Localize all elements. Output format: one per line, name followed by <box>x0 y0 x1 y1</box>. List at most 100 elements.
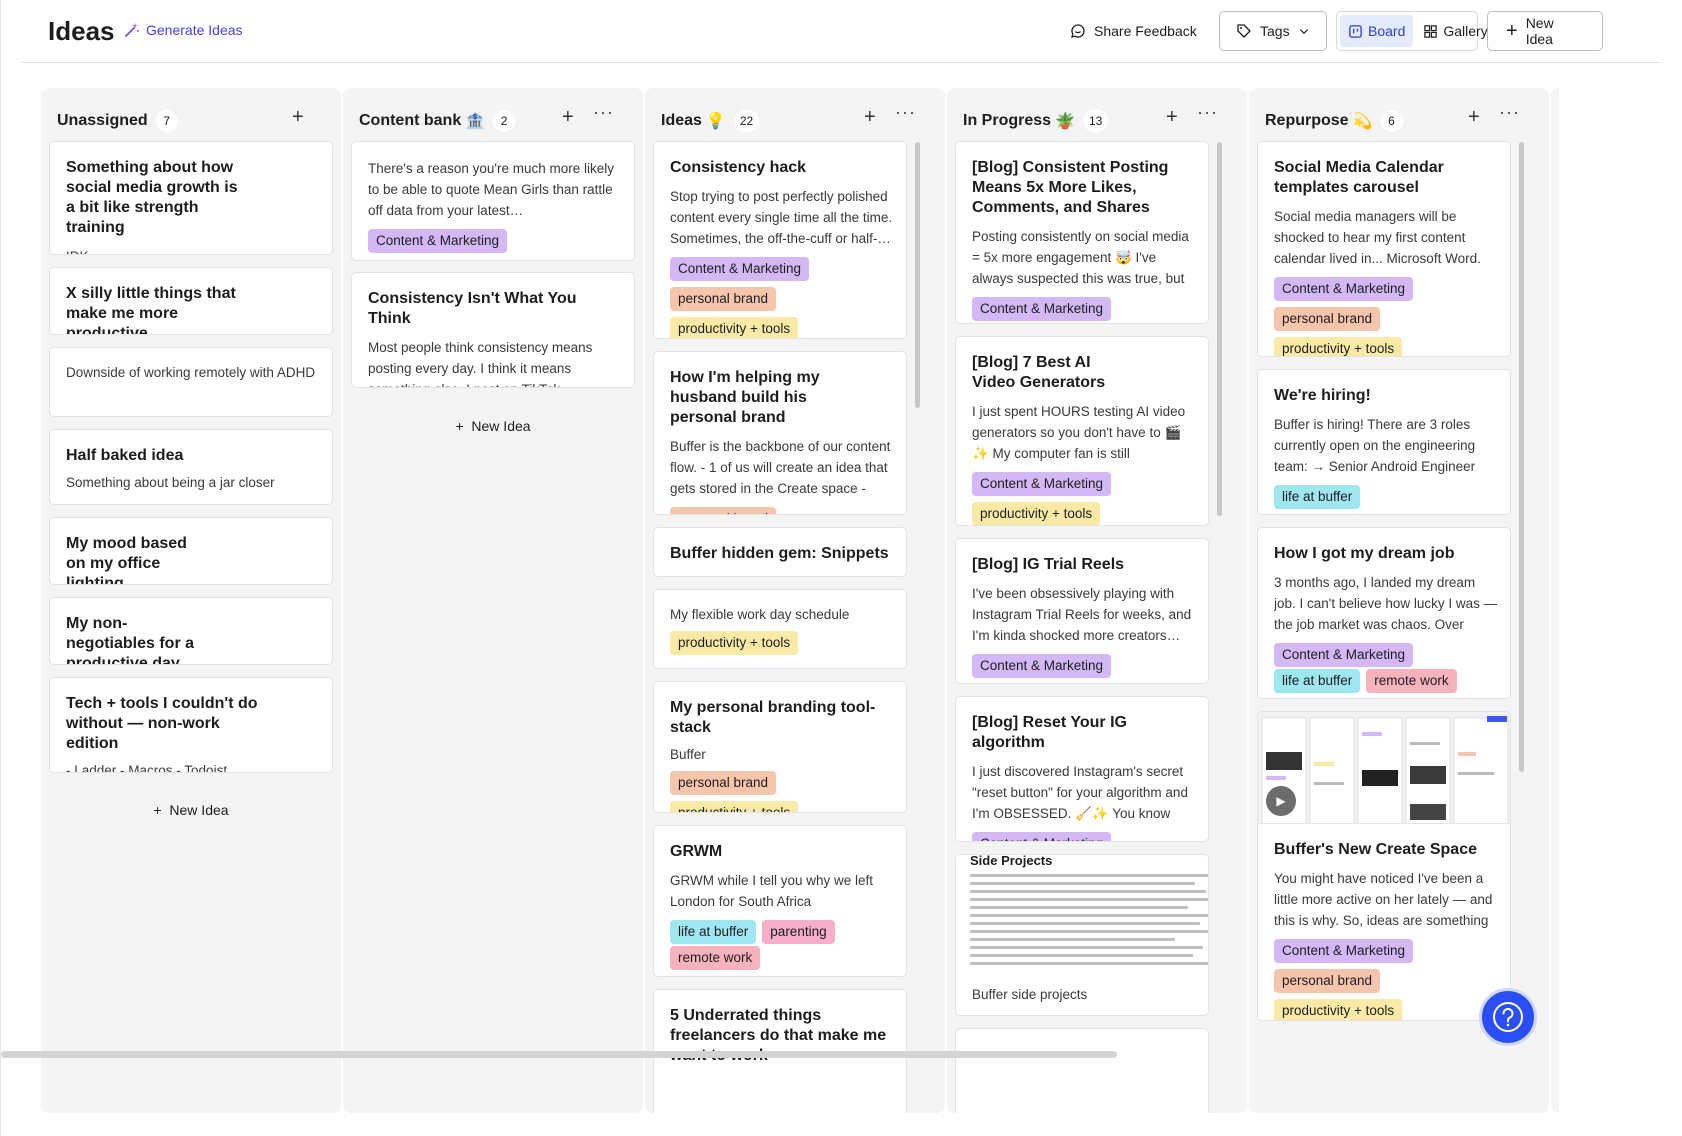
new-idea-button[interactable]: + New Idea <box>1487 11 1603 51</box>
magic-wand-icon <box>125 23 139 37</box>
tags-dropdown[interactable]: Tags <box>1219 11 1327 51</box>
tag-content-marketing: Content & Marketing <box>972 472 1112 496</box>
idea-card[interactable]: [Blog] Reset Your IG algorithm I just di… <box>955 696 1209 842</box>
tag-content-marketing: Content & Marketing <box>1274 939 1414 963</box>
gallery-view-button[interactable]: Gallery <box>1415 15 1495 47</box>
bank-emoji-icon: 🏦 <box>465 113 486 130</box>
idea-card[interactable]: Half baked idea Something about being a … <box>49 429 333 505</box>
idea-card[interactable]: We're hiring! Buffer is hiring! There ar… <box>1257 369 1511 515</box>
idea-card[interactable] <box>955 1028 1209 1113</box>
card-body: Buffer is the backbone of our content fl… <box>670 439 891 496</box>
card-title: My non-negotiables for a productive day <box>66 615 195 665</box>
idea-card[interactable]: Consistency Isn't What You Think Most pe… <box>351 272 635 388</box>
tag-content-marketing: Content & Marketing <box>1274 643 1414 667</box>
column-unassigned: Unassigned 7 + Something about how socia… <box>41 88 341 1113</box>
tag-life-at-buffer: life at buffer <box>670 920 757 944</box>
idea-card[interactable]: Buffer hidden gem: Snippets <box>653 527 907 577</box>
column-scrollbar[interactable] <box>1519 142 1524 772</box>
card-title: Consistency Isn't What You Think <box>368 290 577 327</box>
play-icon[interactable]: ▶ <box>1266 786 1296 816</box>
card-body: Posting consistently on social media = 5… <box>972 229 1189 286</box>
tag-productivity-tools: productivity + tools <box>1274 337 1403 356</box>
idea-card[interactable]: There's a reason you're much more likely… <box>351 141 635 261</box>
idea-card[interactable]: Downside of working remotely with ADHD <box>49 347 333 417</box>
board-screenshot-thumbnail <box>1261 716 1509 823</box>
card-title: Half baked idea <box>66 447 184 464</box>
column-new-idea-button[interactable]: + New Idea <box>343 418 643 434</box>
idea-card[interactable]: How I got my dream job 3 months ago, I l… <box>1257 527 1511 699</box>
card-tags: Content & Marketing <box>972 654 1192 678</box>
more-options-icon[interactable]: ··· <box>593 102 614 123</box>
idea-card[interactable]: My mood based on my office lighting <box>49 517 333 585</box>
column-scrollbar[interactable] <box>915 142 920 408</box>
idea-card[interactable]: [Blog] 7 Best AI Video Generators I just… <box>955 336 1209 526</box>
add-card-icon[interactable]: + <box>1166 106 1178 129</box>
idea-card[interactable]: Consistency hack Stop trying to post per… <box>653 141 907 339</box>
card-title: We're hiring! <box>1274 387 1371 404</box>
page-title: Ideas <box>48 16 115 46</box>
card-tags: Content & Marketing life at buffer remot… <box>1274 643 1474 693</box>
idea-card[interactable]: Social Media Calendar templates carousel… <box>1257 141 1511 357</box>
page-header: Ideas Generate Ideas Share Feedback Tags… <box>21 0 1661 63</box>
tag-life-at-buffer: life at buffer <box>1274 669 1361 693</box>
add-card-icon[interactable]: + <box>292 106 304 129</box>
board-view-button[interactable]: Board <box>1340 15 1414 47</box>
column-new-idea-button[interactable]: + New Idea <box>41 802 341 818</box>
more-options-icon[interactable]: ··· <box>1499 102 1520 123</box>
idea-card[interactable]: X silly little things that make me more … <box>49 267 333 335</box>
tag-remote-work: remote work <box>1366 669 1457 693</box>
tag-content-marketing: Content & Marketing <box>972 832 1112 841</box>
column-count: 13 <box>1082 110 1109 132</box>
card-body: Buffer is hiring! There are 3 roles curr… <box>1274 417 1476 474</box>
idea-card[interactable]: GRWM GRWM while I tell you why we left L… <box>653 825 907 977</box>
idea-card[interactable]: My personal branding tool-stack Buffer p… <box>653 681 907 813</box>
document-preview-image: Side Projects <box>956 855 1208 980</box>
generate-ideas-button[interactable]: Generate Ideas <box>124 22 243 38</box>
card-tags: Content & Marketing personal brand produ… <box>670 257 890 338</box>
generate-ideas-label: Generate Ideas <box>146 22 243 38</box>
view-switcher: Board Gallery <box>1336 11 1488 51</box>
column-repurpose: Repurpose 💫 6 + ··· Social Media Calendar… <box>1249 88 1549 1113</box>
idea-card[interactable]: Something about how social media growth … <box>49 141 333 255</box>
idea-card[interactable]: [Blog] Consistent Posting Means 5x More … <box>955 141 1209 324</box>
idea-card[interactable]: Tech + tools I couldn't do without — non… <box>49 677 333 773</box>
board-label: Board <box>1368 23 1406 39</box>
idea-card[interactable]: My non-negotiables for a productive day <box>49 597 333 665</box>
card-title: Something about how social media growth … <box>66 159 238 236</box>
idea-card[interactable]: How I'm helping my husband build his per… <box>653 351 907 515</box>
add-card-icon[interactable]: + <box>864 106 876 129</box>
more-options-icon[interactable]: ··· <box>1197 102 1218 123</box>
column-title-text: Content bank <box>359 112 462 129</box>
video-thumbnail-image: ▶ <box>1258 712 1510 824</box>
board-horizontal-scrollbar[interactable] <box>1 1051 1117 1058</box>
more-options-icon[interactable]: ··· <box>895 102 916 123</box>
add-card-icon[interactable]: + <box>562 106 574 129</box>
ideas-app: Ideas Generate Ideas Share Feedback Tags… <box>0 0 1682 1136</box>
idea-card[interactable]: My flexible work day schedule productivi… <box>653 589 907 669</box>
question-icon <box>1493 1002 1523 1032</box>
column-header: Ideas 💡 22 + ··· <box>645 88 945 148</box>
help-button[interactable] <box>1479 988 1537 1046</box>
new-idea-label: New Idea <box>169 802 229 818</box>
column-title: Repurpose 💫 6 <box>1265 110 1403 132</box>
column-scrollbar[interactable] <box>1217 142 1222 516</box>
card-tags: personal brand productivity + tools <box>670 771 890 812</box>
tag-life-at-buffer: life at buffer <box>1274 485 1361 509</box>
card-title: How I'm helping my husband build his per… <box>670 369 820 426</box>
card-title: [Blog] Reset Your IG algorithm <box>972 714 1127 751</box>
tag-remote-work: remote work <box>670 946 761 970</box>
add-card-icon[interactable]: + <box>1468 106 1480 129</box>
column-ideas: Ideas 💡 22 + ··· Consistency hack Stop tr… <box>645 88 945 1113</box>
tag-productivity-tools: productivity + tools <box>670 631 799 655</box>
idea-card[interactable]: ▶ Buffer's New Create Space You might ha… <box>1257 711 1511 1021</box>
idea-card[interactable]: Side Projects Buffer side projects <box>955 854 1209 1016</box>
column-header: Unassigned 7 + <box>41 88 341 148</box>
idea-card[interactable]: [Blog] IG Trial Reels I've been obsessiv… <box>955 538 1209 684</box>
new-idea-label: New Idea <box>1525 15 1554 47</box>
card-tags: life at buffer parenting remote work <box>670 920 860 970</box>
share-feedback-button[interactable]: Share Feedback <box>1070 11 1197 51</box>
card-title: [Blog] IG Trial Reels <box>972 556 1125 573</box>
card-body: I just spent HOURS testing AI video gene… <box>972 404 1186 461</box>
tag-personal-brand: personal brand <box>1274 969 1381 993</box>
gallery-label: Gallery <box>1443 23 1488 39</box>
